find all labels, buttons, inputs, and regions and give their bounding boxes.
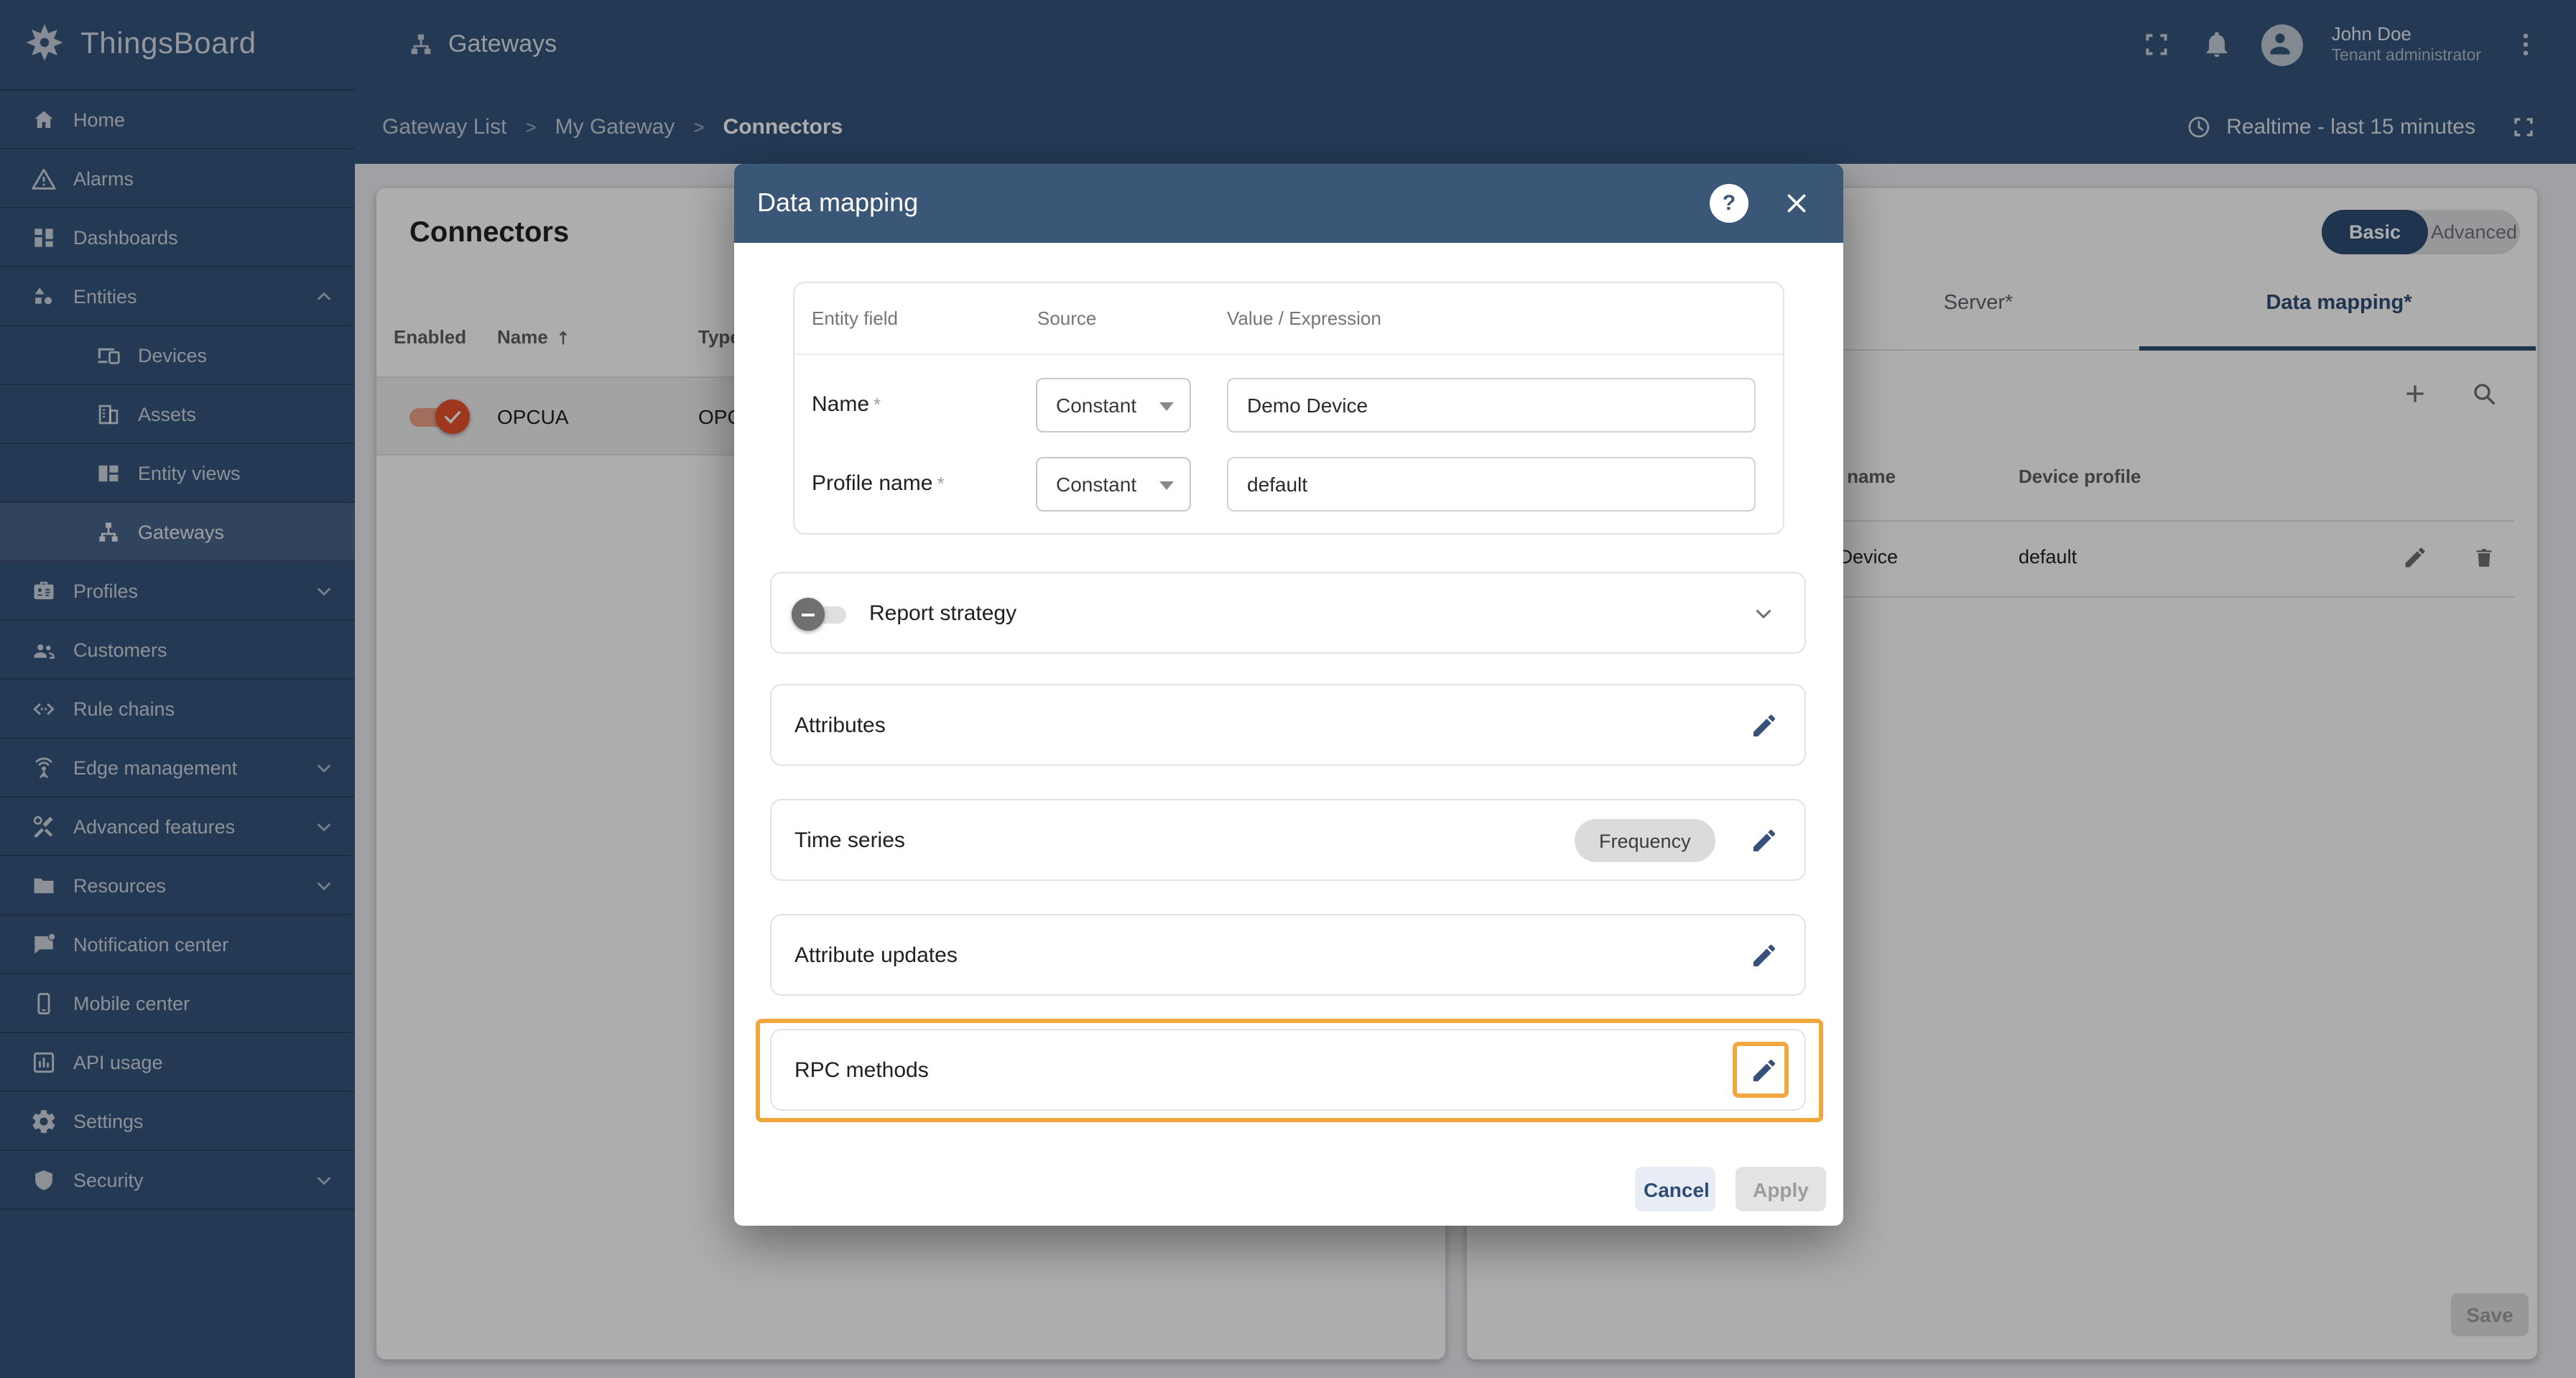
chevron-down-icon[interactable]: [1751, 601, 1776, 625]
dialog-title: Data mapping: [757, 188, 919, 217]
attributes-card: Attributes: [770, 684, 1806, 766]
profile-source-select[interactable]: Constant: [1036, 457, 1191, 512]
apply-button[interactable]: Apply: [1736, 1167, 1826, 1211]
time-series-label: Time series: [794, 828, 905, 852]
report-strategy-toggle[interactable]: [792, 596, 855, 632]
name-source-select[interactable]: Constant: [1036, 378, 1191, 433]
attribute-updates-label: Attribute updates: [794, 943, 958, 967]
rpc-methods-edit-icon[interactable]: [1750, 1056, 1779, 1085]
rpc-methods-label: RPC methods: [794, 1058, 929, 1082]
report-strategy-label: Report strategy: [869, 601, 1017, 625]
attribute-updates-edit-icon[interactable]: [1750, 941, 1779, 970]
attributes-edit-icon[interactable]: [1750, 711, 1779, 740]
profile-value-input[interactable]: [1227, 457, 1756, 512]
dialog-header: Data mapping ?: [734, 164, 1843, 243]
time-series-edit-icon[interactable]: [1750, 826, 1779, 855]
column-source: Source: [1037, 307, 1097, 329]
report-strategy-card: Report strategy: [770, 572, 1806, 654]
data-mapping-dialog: Data mapping ? Entity field Source Value…: [734, 164, 1843, 1226]
caret-down-icon: [1159, 481, 1174, 490]
help-icon[interactable]: ?: [1710, 184, 1748, 223]
attributes-label: Attributes: [794, 713, 886, 737]
name-value-input[interactable]: [1227, 378, 1756, 433]
caret-down-icon: [1159, 402, 1174, 411]
column-value-expression: Value / Expression: [1227, 307, 1381, 329]
profile-name-field-label: Profile name *: [812, 471, 945, 496]
cancel-button[interactable]: Cancel: [1635, 1167, 1715, 1211]
thingsboard-app: Gateways John Doe Tenant administrator G…: [0, 0, 2576, 1378]
time-series-card: Time series Frequency: [770, 799, 1806, 881]
column-entity-field: Entity field: [812, 307, 898, 329]
attribute-updates-card: Attribute updates: [770, 914, 1806, 996]
frequency-chip: Frequency: [1575, 819, 1715, 862]
close-icon[interactable]: [1782, 188, 1812, 218]
rpc-methods-card: RPC methods: [770, 1029, 1806, 1111]
minus-icon: [802, 614, 815, 616]
entity-field-card: Entity field Source Value / Expression N…: [793, 282, 1784, 535]
name-field-label: Name *: [812, 392, 881, 417]
